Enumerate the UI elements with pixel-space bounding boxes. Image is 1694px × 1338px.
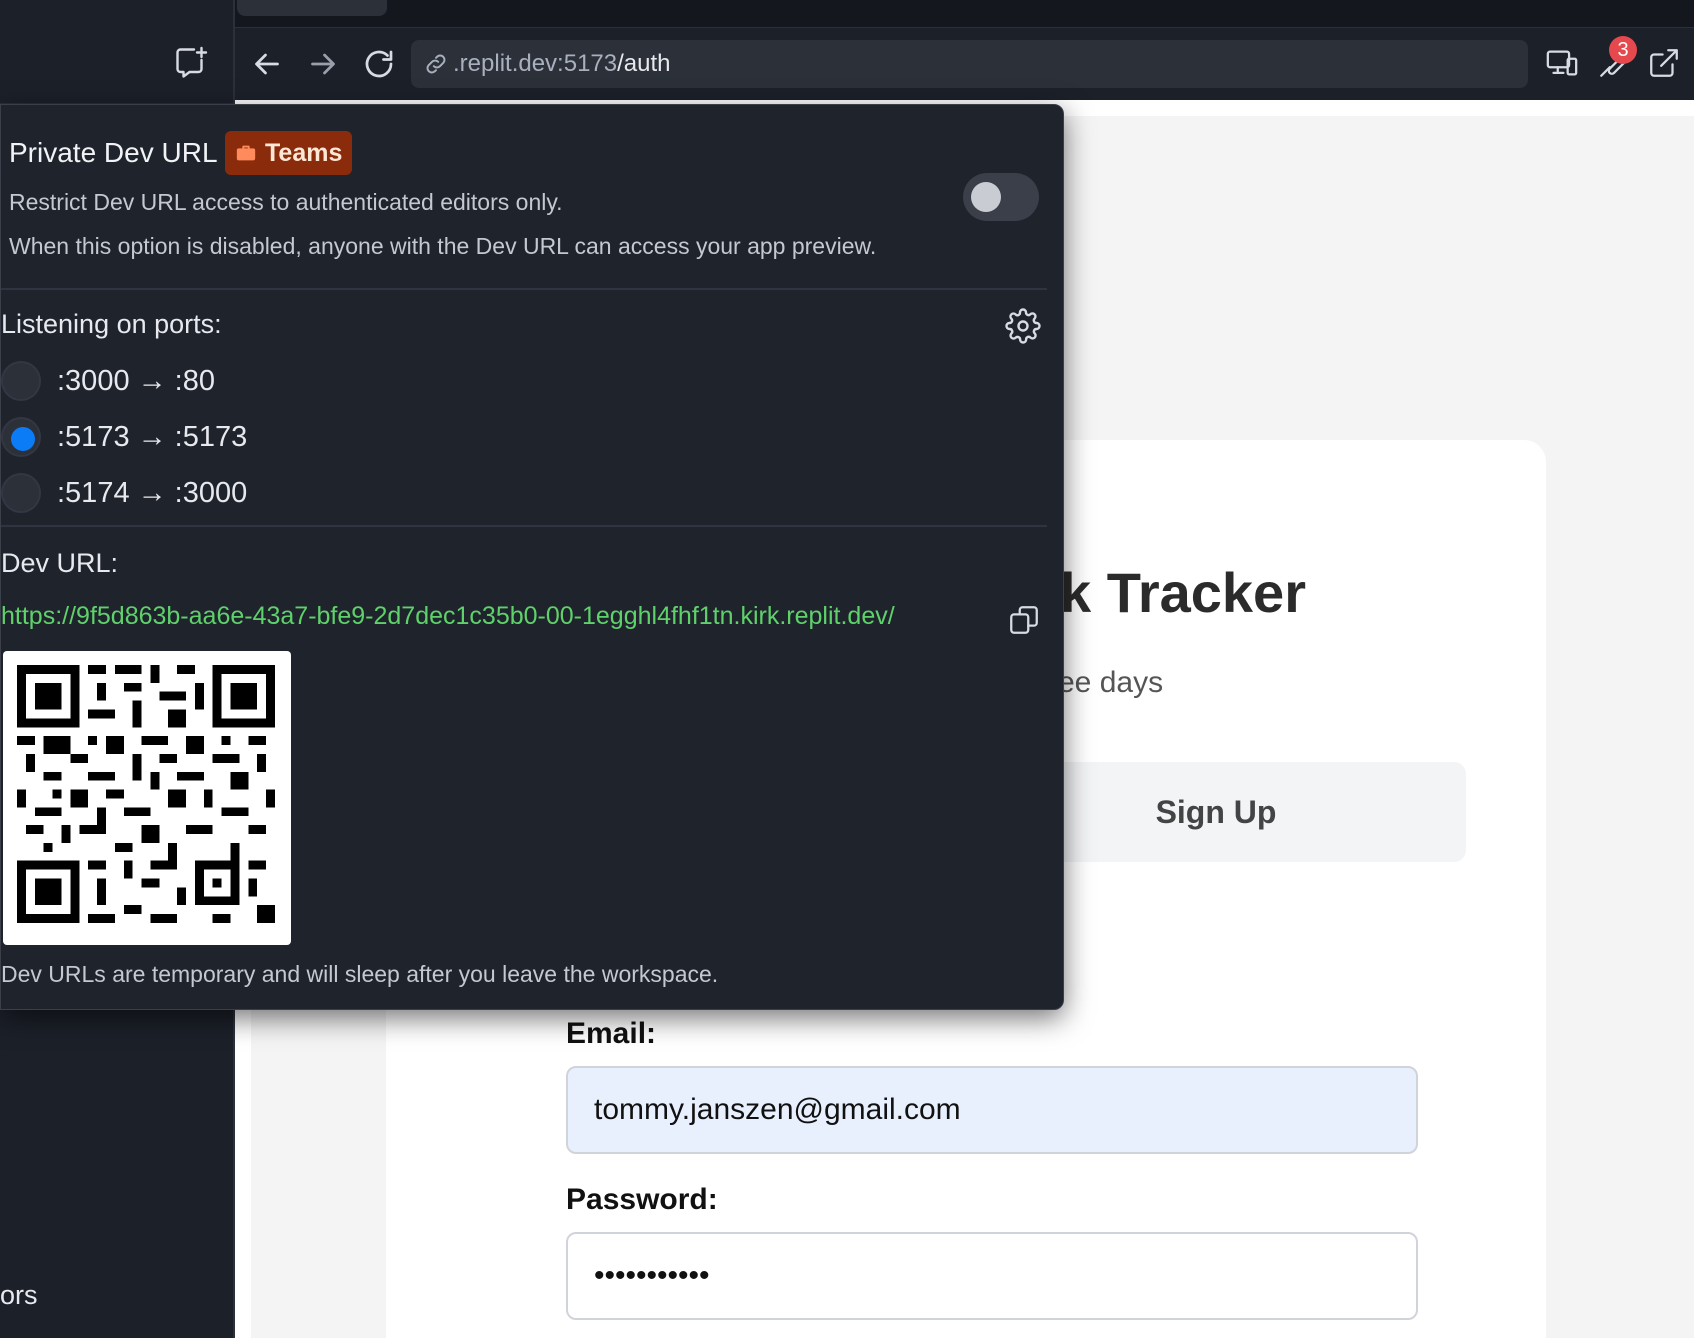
url-host: .replit.dev:5173 [453, 50, 618, 77]
app-title: k Tracker [1060, 561, 1306, 624]
browser-toolbar: .replit.dev:5173/auth 3 [235, 28, 1694, 100]
notification-badge: 3 [1609, 36, 1637, 64]
port-label: :5174 → :3000 [57, 476, 248, 509]
toggle-knob [971, 182, 1001, 212]
dev-url-popover: Private Dev URL Teams Restrict Dev URL a… [0, 104, 1064, 1010]
app-subtitle: ee days [1058, 666, 1164, 699]
divider [1, 288, 1047, 290]
restrict-description: Restrict Dev URL access to authenticated… [9, 189, 563, 215]
email-field[interactable] [566, 1066, 1418, 1154]
briefcase-icon [236, 145, 256, 161]
external-link-icon[interactable] [1647, 46, 1681, 80]
port-option[interactable]: :3000 → :80 [1, 359, 215, 403]
port-option[interactable]: :5173 → :5173 [1, 415, 247, 459]
tab-sign-up[interactable]: Sign Up [1066, 762, 1366, 862]
popover-title: Private Dev URL [9, 137, 218, 168]
port-radio[interactable] [1, 417, 41, 457]
private-url-toggle[interactable] [963, 173, 1039, 221]
reload-icon[interactable] [361, 46, 397, 82]
gear-icon[interactable] [1005, 308, 1041, 344]
qr-code-image [17, 665, 275, 923]
sidebar-bottom-label[interactable]: ors [0, 1280, 38, 1311]
qr-code [3, 651, 291, 945]
tab-strip [235, 0, 1694, 28]
teams-badge-label: Teams [265, 138, 343, 167]
tab-stub[interactable] [237, 0, 387, 16]
password-label: Password: [566, 1183, 718, 1216]
teams-badge: Teams [225, 131, 353, 175]
url-path: /auth [617, 50, 671, 77]
port-option[interactable]: :5174 → :3000 [1, 471, 247, 515]
new-chat-icon[interactable] [173, 45, 209, 81]
port-label: :3000 → :80 [57, 364, 215, 397]
dev-url-footer-note: Dev URLs are temporary and will sleep af… [1, 961, 719, 987]
password-field[interactable] [566, 1232, 1418, 1320]
port-label: :5173 → :5173 [57, 420, 248, 453]
ports-label: Listening on ports: [1, 309, 222, 339]
copy-icon[interactable] [1007, 603, 1041, 637]
sidebar-header [0, 0, 235, 105]
forward-arrow-icon[interactable] [305, 46, 341, 82]
disabled-note: When this option is disabled, anyone wit… [9, 233, 877, 259]
url-bar[interactable]: .replit.dev:5173/auth [411, 40, 1528, 88]
back-arrow-icon[interactable] [249, 46, 285, 82]
dev-url-link[interactable]: https://9f5d863b-aa6e-43a7-bfe9-2d7dec1c… [1, 602, 895, 631]
divider [1, 525, 1047, 527]
dev-url-label: Dev URL: [1, 548, 119, 578]
port-radio[interactable] [1, 473, 41, 513]
link-icon [426, 54, 446, 74]
app-root: ors .replit.dev:5173/auth 3 k Tracker ee… [0, 0, 1694, 1338]
email-label: Email: [566, 1017, 657, 1050]
port-radio[interactable] [1, 361, 41, 401]
devices-icon[interactable] [1545, 46, 1579, 80]
